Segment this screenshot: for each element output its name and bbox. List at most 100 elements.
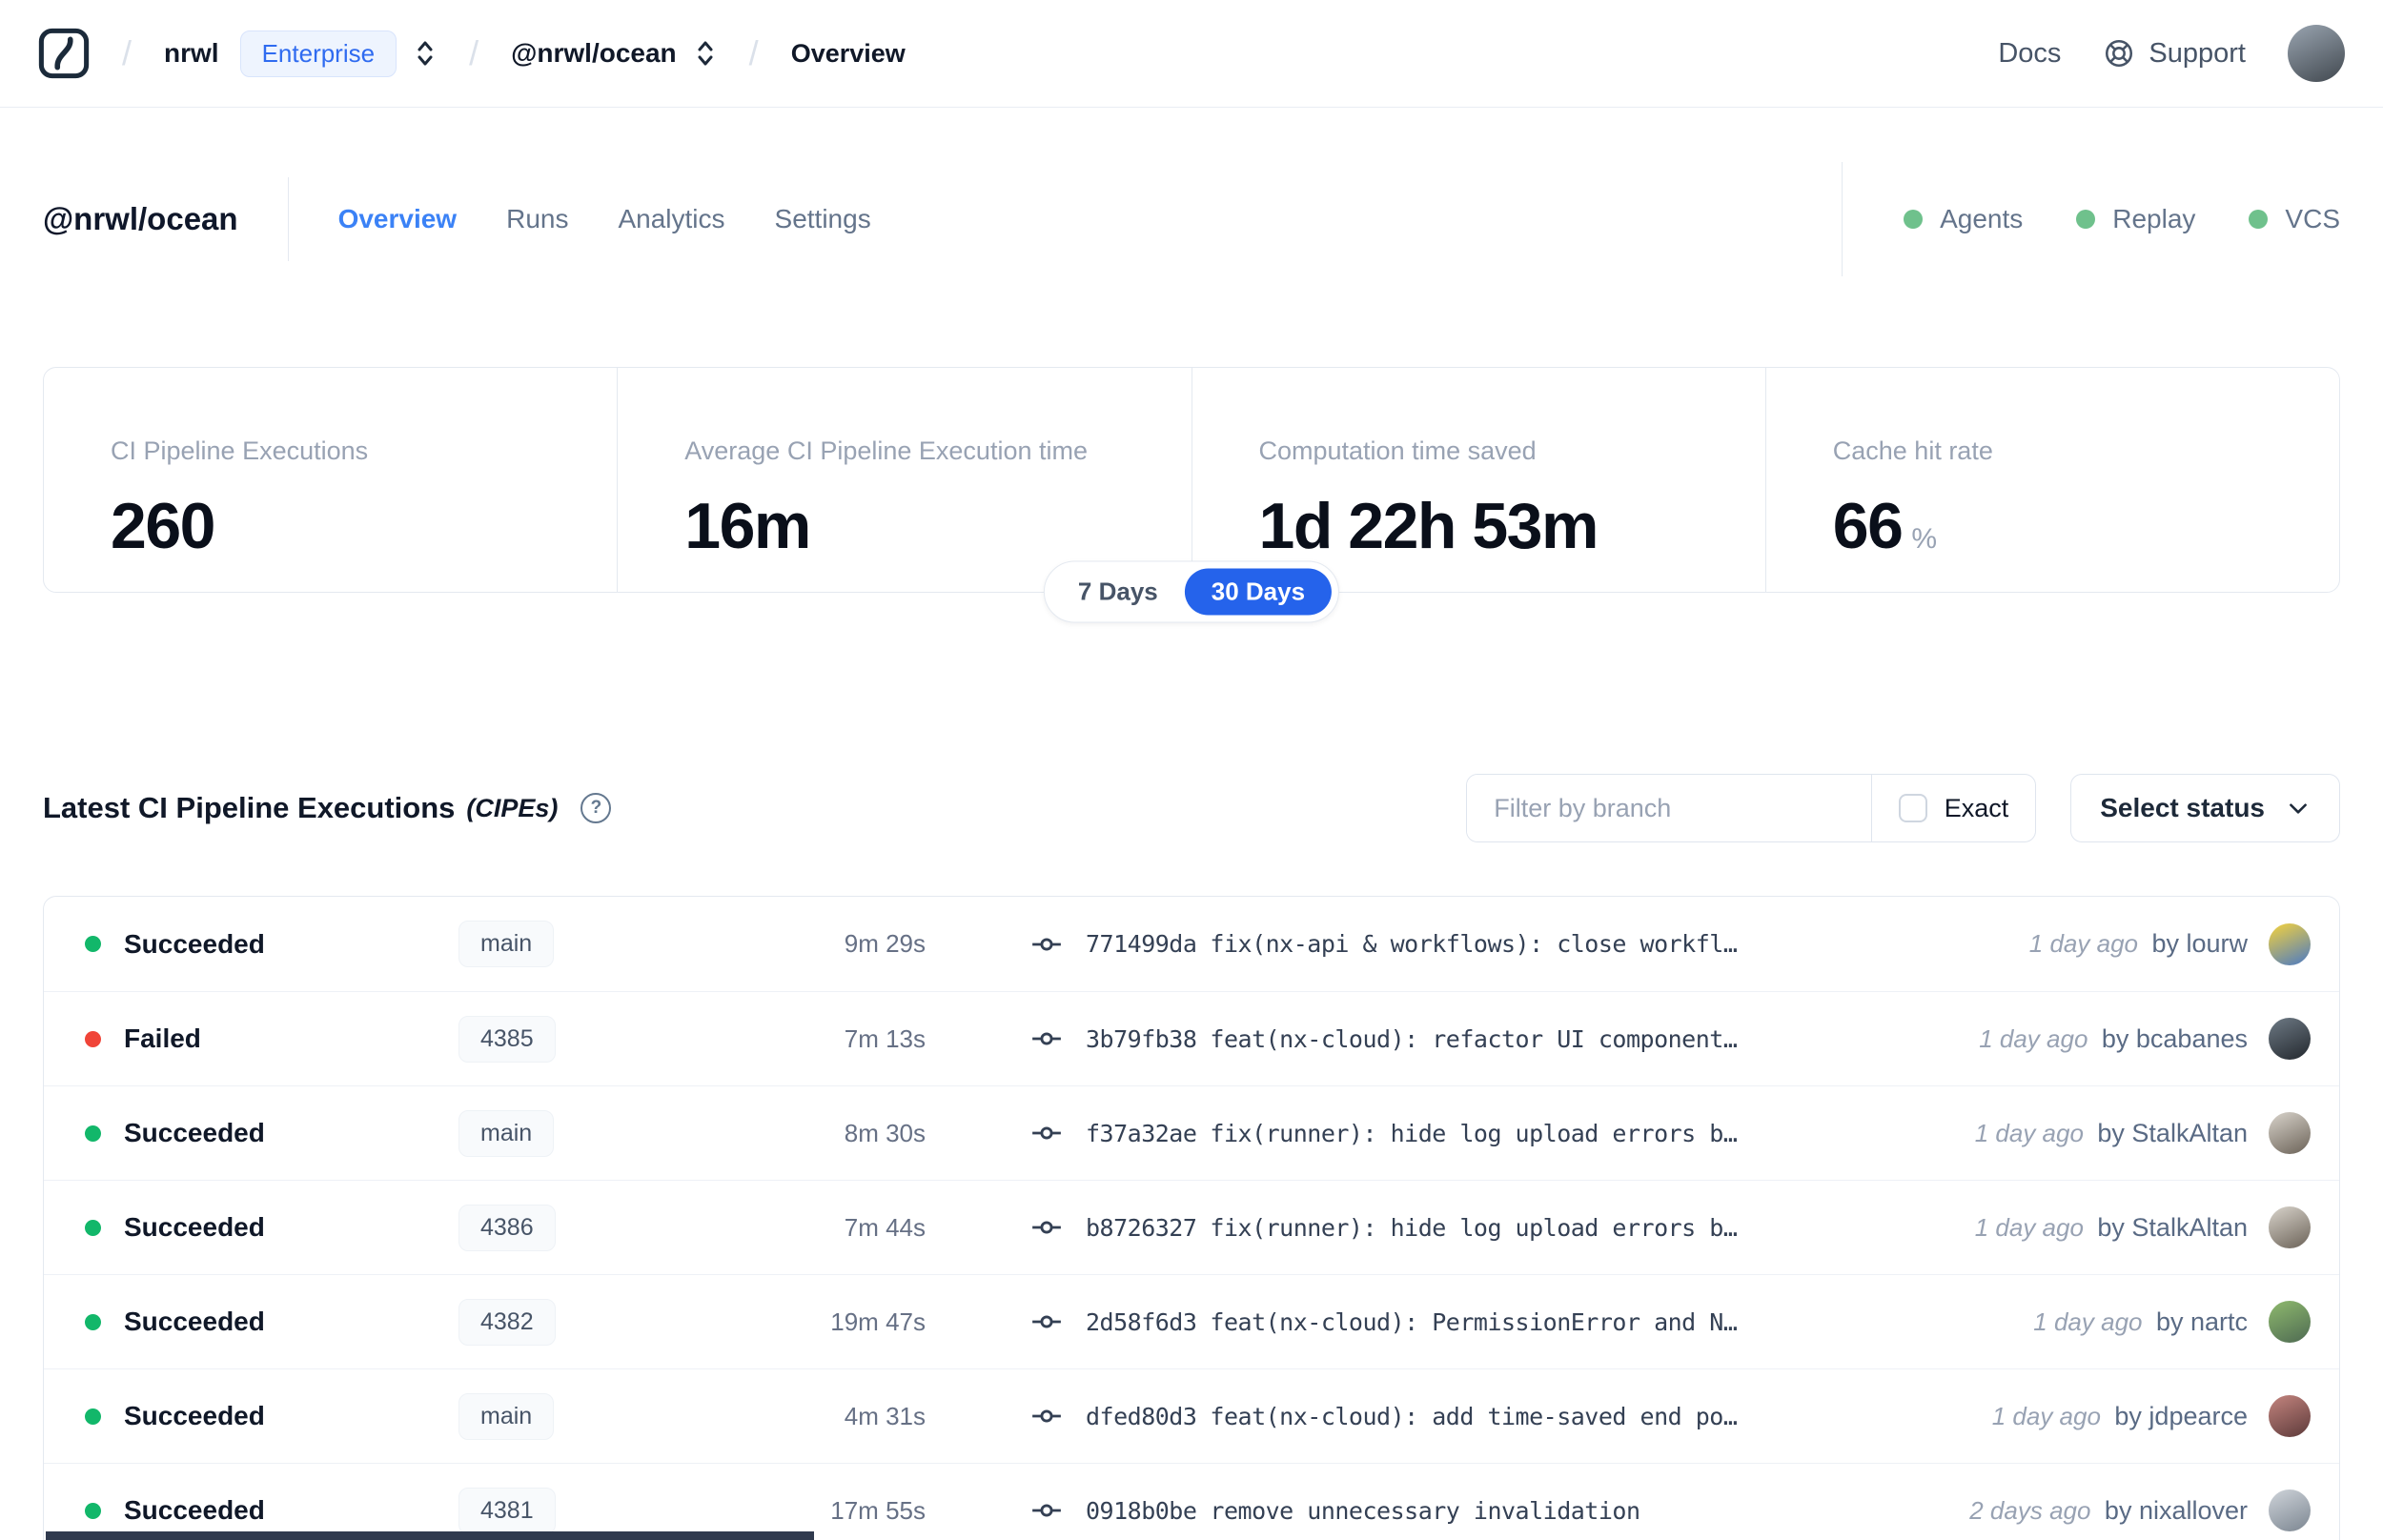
author: by jdpearce — [2114, 1401, 2248, 1430]
meta-cell: 1 day ago by nartc — [2033, 1307, 2248, 1337]
author-avatar[interactable] — [2269, 1112, 2311, 1154]
branch-badge[interactable]: main — [458, 1109, 555, 1157]
branch-badge[interactable]: 4381 — [458, 1487, 556, 1534]
support-link[interactable]: Support — [2103, 37, 2246, 70]
status-dot — [85, 1502, 101, 1519]
breadcrumb-workspace[interactable]: @nrwl/ocean — [511, 38, 677, 69]
commit-message[interactable]: b8726327 fix(runner): hide log upload err… — [1086, 1214, 1975, 1242]
status-dot — [85, 1030, 101, 1047]
status-label: Succeeded — [124, 1401, 265, 1430]
author-avatar[interactable] — [2269, 1489, 2311, 1531]
branch-filter-input[interactable] — [1467, 775, 1871, 841]
breadcrumb-org[interactable]: nrwl — [164, 38, 219, 69]
commit-message[interactable]: 3b79fb38 feat(nx-cloud): refactor UI comp… — [1086, 1025, 1979, 1053]
docs-link[interactable]: Docs — [1998, 38, 2061, 70]
meta-cell: 1 day ago by StalkAltan — [1975, 1213, 2248, 1243]
branch-badge[interactable]: main — [458, 1392, 555, 1440]
author-avatar[interactable] — [2269, 1395, 2311, 1437]
status-select-dropdown[interactable]: Select status — [2070, 774, 2340, 842]
tab-overview[interactable]: Overview — [338, 204, 458, 234]
breadcrumb-separator: / — [469, 33, 479, 72]
exact-match-toggle[interactable]: Exact — [1872, 775, 2036, 841]
tab-analytics[interactable]: Analytics — [618, 204, 724, 234]
branch-badge[interactable]: main — [458, 921, 555, 967]
cipe-row[interactable]: Succeeded main 9m 29s 771499da fix(nx-api… — [44, 897, 2339, 991]
meta-cell: 1 day ago by StalkAltan — [1975, 1119, 2248, 1148]
time-ago: 1 day ago — [2028, 929, 2138, 958]
top-navbar: / nrwl Enterprise / @nrwl/ocean / Overvi… — [0, 0, 2383, 108]
branch-cell: 4381 — [458, 1487, 773, 1534]
cipe-table: Succeeded main 9m 29s 771499da fix(nx-api… — [43, 896, 2340, 1540]
cipe-row[interactable]: Succeeded 4381 17m 55s 0918b0be remove un… — [44, 1463, 2339, 1540]
commit-message[interactable]: 2d58f6d3 feat(nx-cloud): PermissionError … — [1086, 1308, 2033, 1336]
branch-filter-group: Exact — [1466, 774, 2037, 842]
bottom-partial-element — [46, 1531, 814, 1540]
integration-replay[interactable]: Replay — [2076, 204, 2195, 234]
time-ago: 2 days ago — [1969, 1495, 2091, 1525]
status-cell: Succeeded — [85, 1401, 458, 1431]
divider — [287, 177, 289, 261]
author-avatar[interactable] — [2269, 1018, 2311, 1060]
status-dot-green — [2249, 210, 2269, 229]
cipe-section-header: Latest CI Pipeline Executions (CIPEs) ? … — [43, 774, 2340, 842]
branch-cell: 4385 — [458, 1015, 773, 1063]
branch-badge[interactable]: 4386 — [458, 1204, 556, 1251]
commit-hash: 3b79fb38 — [1086, 1024, 1197, 1053]
author-avatar[interactable] — [2269, 1301, 2311, 1343]
tab-runs[interactable]: Runs — [506, 204, 568, 234]
org-selector-chevrons-icon[interactable] — [414, 38, 437, 69]
git-commit-icon — [1030, 928, 1063, 961]
commit-message[interactable]: dfed80d3 feat(nx-cloud): add time-saved e… — [1086, 1403, 1992, 1430]
commit-message[interactable]: 0918b0be remove unnecessary invalidation — [1086, 1497, 1969, 1525]
status-label: Succeeded — [124, 928, 265, 959]
workspace-title: @nrwl/ocean — [43, 201, 238, 236]
branch-cell: main — [458, 1392, 773, 1440]
cipe-row[interactable]: Succeeded 4382 19m 47s 2d58f6d3 feat(nx-c… — [44, 1274, 2339, 1368]
duration: 17m 55s — [830, 1495, 926, 1525]
branch-badge[interactable]: 4382 — [458, 1298, 556, 1346]
stat-card-ci-pipeline-executions: CI Pipeline Executions 260 — [111, 436, 369, 562]
cipe-row[interactable]: Failed 4385 7m 13s 3b79fb38 feat(nx-cloud… — [44, 991, 2339, 1085]
tab-settings[interactable]: Settings — [775, 204, 871, 234]
range-30-days[interactable]: 30 Days — [1184, 568, 1333, 616]
integration-agents[interactable]: Agents — [1904, 204, 2023, 234]
cipe-row[interactable]: Succeeded main 8m 30s f37a32ae fix(runner… — [44, 1085, 2339, 1180]
branch-cell: main — [458, 1109, 773, 1157]
git-commit-icon — [1030, 1494, 1063, 1527]
time-ago: 1 day ago — [1974, 1118, 2084, 1147]
duration: 7m 44s — [844, 1212, 926, 1242]
integration-vcs[interactable]: VCS — [2249, 204, 2340, 234]
time-ago: 1 day ago — [1991, 1401, 2101, 1430]
commit-message[interactable]: f37a32ae fix(runner): hide log upload err… — [1086, 1120, 1975, 1147]
range-7-days[interactable]: 7 Days — [1051, 569, 1185, 616]
cipe-row[interactable]: Succeeded main 4m 31s dfed80d3 feat(nx-cl… — [44, 1368, 2339, 1463]
author: by StalkAltan — [2097, 1212, 2248, 1242]
git-commit-icon — [1030, 1306, 1063, 1338]
section-title: Latest CI Pipeline Executions — [43, 791, 456, 824]
lifebuoy-icon — [2106, 39, 2133, 68]
cipe-row[interactable]: Succeeded 4386 7m 44s b8726327 fix(runner… — [44, 1180, 2339, 1274]
duration: 9m 29s — [844, 929, 926, 958]
percent-suffix: % — [1911, 523, 1938, 555]
status-dot — [85, 1408, 101, 1425]
author-avatar[interactable] — [2269, 1206, 2311, 1248]
workspace-selector-chevrons-icon[interactable] — [694, 38, 717, 69]
branch-cell: 4386 — [458, 1204, 773, 1251]
commit-hash: 771499da — [1086, 930, 1197, 958]
author-avatar[interactable] — [2269, 922, 2311, 965]
branch-badge[interactable]: 4385 — [458, 1015, 556, 1063]
duration: 8m 30s — [844, 1118, 926, 1147]
meta-cell: 1 day ago by bcabanes — [1979, 1024, 2248, 1054]
time-ago: 1 day ago — [1974, 1212, 2084, 1242]
exact-checkbox[interactable] — [1898, 794, 1927, 822]
date-range-toggle: 7 Days 30 Days — [1043, 560, 1340, 623]
help-icon[interactable]: ? — [580, 793, 612, 823]
commit-hash: 0918b0be — [1086, 1496, 1197, 1525]
status-dot-green — [2076, 210, 2096, 229]
status-cell: Succeeded — [85, 929, 458, 960]
user-avatar[interactable] — [2288, 25, 2345, 82]
nx-cloud-logo-icon[interactable] — [38, 28, 90, 79]
author: by lourw — [2151, 929, 2248, 958]
commit-message[interactable]: 771499da fix(nx-api & workflows): close w… — [1086, 930, 2029, 958]
breadcrumb-page: Overview — [790, 38, 906, 68]
